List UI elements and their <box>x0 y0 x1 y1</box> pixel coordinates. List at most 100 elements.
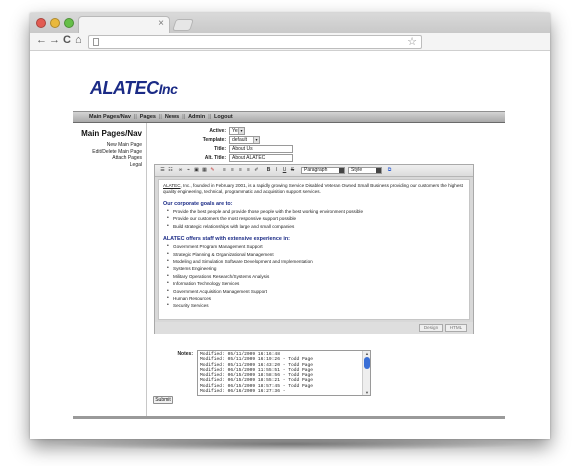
list-item: Systems Engineering <box>167 265 465 273</box>
browser-tab[interactable]: × <box>78 16 170 33</box>
strikethrough-button[interactable]: S <box>289 167 296 174</box>
list-item: Human Resources <box>167 295 465 303</box>
sidebar-link-legal[interactable]: Legal <box>92 162 142 169</box>
alt-title-input[interactable]: About ALATEC <box>229 154 293 162</box>
edit-source-icon[interactable]: ✐ <box>253 167 260 174</box>
home-icon[interactable]: ⌂ <box>75 34 82 46</box>
close-window-button[interactable] <box>36 18 46 28</box>
align-center-icon[interactable]: ≡ <box>229 167 236 174</box>
page-icon <box>93 38 99 46</box>
window-shadow <box>50 437 530 451</box>
zoom-window-button[interactable] <box>64 18 74 28</box>
menu-separator: || <box>182 114 186 120</box>
site-logo[interactable]: ALATECInc <box>90 78 178 99</box>
style-select[interactable]: Style <box>348 167 382 174</box>
menu-separator: || <box>208 114 212 120</box>
menu-item-admin[interactable]: Admin <box>188 114 205 120</box>
unordered-list-icon[interactable]: ☷ <box>167 167 174 174</box>
chevron-down-icon: ▾ <box>238 128 244 134</box>
unlink-icon[interactable]: ⌁ <box>185 167 192 174</box>
title-label: Title: <box>214 146 226 152</box>
editor-mode-bar: Design HTML <box>155 322 473 334</box>
list-item: Strategic Planning & Organizational Mana… <box>167 251 465 259</box>
justify-icon[interactable]: ≡ <box>245 167 252 174</box>
company-link[interactable]: ALATEC <box>163 183 181 188</box>
chevron-down-icon: ▾ <box>253 137 259 143</box>
new-tab-button[interactable] <box>172 19 194 31</box>
help-icon[interactable]: ⧉ <box>386 167 393 174</box>
notes-label: Notes: <box>177 351 193 357</box>
design-mode-button[interactable]: Design <box>419 324 443 332</box>
experience-list: Government Program Management Support St… <box>167 243 465 310</box>
menu-separator: || <box>158 114 162 120</box>
template-select-value: default <box>232 137 248 143</box>
forward-arrow-icon[interactable]: → <box>49 34 60 46</box>
experience-heading: ALATEC offers staff with extensive exper… <box>163 236 290 243</box>
submit-button[interactable]: Submit <box>153 396 173 404</box>
browser-toolbar: ← → C ⌂ ☆ <box>30 33 550 51</box>
scroll-thumb[interactable] <box>364 357 370 369</box>
ordered-list-icon[interactable]: ☰ <box>159 167 166 174</box>
underline-button[interactable]: U <box>281 167 288 174</box>
format-select[interactable]: Paragraph <box>301 167 345 174</box>
menu-item-logout[interactable]: Logout <box>214 114 233 120</box>
align-right-icon[interactable]: ≡ <box>237 167 244 174</box>
style-select-value: Style <box>351 167 363 173</box>
reload-icon[interactable]: C <box>63 34 71 46</box>
title-input[interactable]: About Us <box>229 145 293 153</box>
intro-text: , Inc., founded in February 2001, is a r… <box>163 183 463 194</box>
sidebar: Main Pages/Nav New Main Page Edit/Delete… <box>73 123 147 416</box>
clean-format-icon[interactable]: ✎ <box>209 167 216 174</box>
list-item: Security Services <box>167 302 465 310</box>
list-item: Provide the best people and provide thos… <box>167 208 465 216</box>
sidebar-links: New Main Page Edit/Delete Main Page Atta… <box>92 142 142 168</box>
menu-separator: || <box>133 114 137 120</box>
notes-textarea[interactable]: Modified: 05/11/2009 16:16:48 Modified: … <box>197 350 371 396</box>
menu-item-news[interactable]: News <box>165 114 179 120</box>
editor-content[interactable]: ALATEC, Inc., founded in February 2001, … <box>158 179 470 320</box>
chevron-down-icon <box>339 168 344 173</box>
menu-item-pages[interactable]: Pages <box>140 114 156 120</box>
notes-line: Modified: 06/16/2009 16:27:36 - <box>200 389 286 395</box>
main-menu: Main Pages/Nav || Pages || News || Admin… <box>73 111 505 123</box>
list-item: Military Operations Research/Systems Ana… <box>167 273 465 281</box>
list-item: Government Acquisition Management Suppor… <box>167 288 465 296</box>
html-mode-button[interactable]: HTML <box>445 324 467 332</box>
menu-item-main-pages[interactable]: Main Pages/Nav <box>89 114 131 120</box>
insert-link-icon[interactable]: ∞ <box>177 167 184 174</box>
template-select[interactable]: default ▾ <box>229 136 260 144</box>
active-select[interactable]: Yes ▾ <box>229 127 245 135</box>
scroll-up-icon[interactable]: ▲ <box>363 351 371 356</box>
rich-text-editor: ☰ ☷ ∞ ⌁ ▣ ▦ ✎ ≡ ≡ ≡ ≡ ✐ B I U S Paragrap… <box>154 164 474 334</box>
back-arrow-icon[interactable]: ← <box>36 34 47 46</box>
scroll-down-icon[interactable]: ▼ <box>363 390 371 395</box>
template-label: Template: <box>202 137 226 143</box>
address-bar[interactable]: ☆ <box>88 35 422 49</box>
web-page: ALATECInc Main Pages/Nav || Pages || New… <box>30 51 550 439</box>
insert-table-icon[interactable]: ▦ <box>201 167 208 174</box>
chevron-down-icon <box>376 168 381 173</box>
list-item: Information Technology Services <box>167 280 465 288</box>
italic-button[interactable]: I <box>273 167 280 174</box>
editor-toolbar: ☰ ☷ ∞ ⌁ ▣ ▦ ✎ ≡ ≡ ≡ ≡ ✐ B I U S Paragrap… <box>155 165 473 177</box>
list-item: Modeling and Simulation Software Develop… <box>167 258 465 266</box>
active-label: Active: <box>209 128 226 134</box>
bold-button[interactable]: B <box>265 167 272 174</box>
logo-suffix: Inc <box>158 81 178 97</box>
align-left-icon[interactable]: ≡ <box>221 167 228 174</box>
alt-title-label: Alt. Title: <box>204 155 226 161</box>
logo-text: ALATEC <box>90 78 159 98</box>
goals-list: Provide the best people and provide thos… <box>167 208 465 231</box>
sidebar-title: Main Pages/Nav <box>81 129 142 138</box>
notes-scrollbar[interactable]: ▲ ▼ <box>362 351 370 395</box>
tab-strip: × <box>30 13 550 33</box>
insert-image-icon[interactable]: ▣ <box>193 167 200 174</box>
list-item: Provide our customers the most responsiv… <box>167 215 465 223</box>
browser-window: × ← → C ⌂ ☆ ALATECInc Main Pages/Nav || … <box>30 13 550 439</box>
tab-close-icon[interactable]: × <box>158 18 164 29</box>
goals-heading: Our corporate goals are to: <box>163 201 233 207</box>
bookmark-star-icon[interactable]: ☆ <box>407 35 417 48</box>
list-item: Build strategic relationships with large… <box>167 223 465 231</box>
format-select-value: Paragraph <box>304 167 328 173</box>
minimize-window-button[interactable] <box>50 18 60 28</box>
